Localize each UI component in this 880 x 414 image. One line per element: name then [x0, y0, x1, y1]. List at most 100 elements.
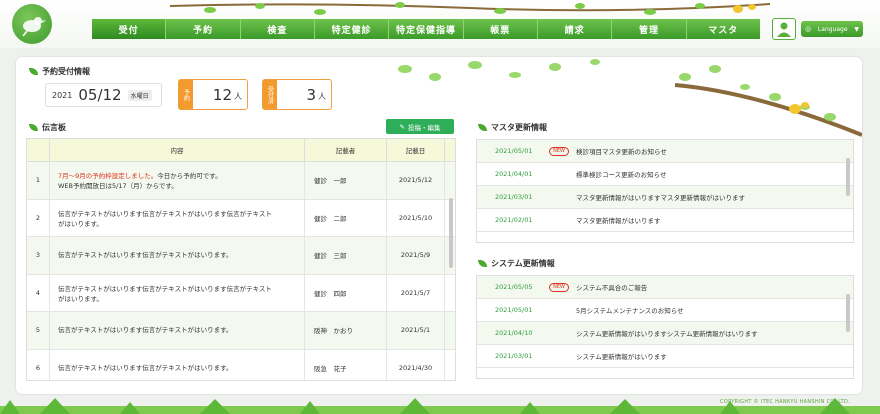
- row-date: 2021/4/30: [387, 349, 445, 380]
- accepted-count-box[interactable]: 受付済 3 人: [262, 79, 332, 110]
- item-text[interactable]: マスタ更新情報がはいりますマスタ更新情報がはいります: [569, 192, 745, 202]
- row-date: 2021/5/7: [387, 274, 445, 311]
- new-badge: NEW: [549, 282, 569, 292]
- nav-reservation[interactable]: 予約: [166, 19, 241, 39]
- new-badge: NEW: [549, 146, 569, 156]
- item-text[interactable]: 検診項目マスタ更新のお知らせ: [569, 146, 667, 156]
- item-text[interactable]: 5月システムメンテナンスのお知らせ: [569, 305, 684, 315]
- table-row[interactable]: 3 伝言がテキストがはいります伝言がテキストがはいります。 健診 三郎 2021…: [27, 237, 455, 275]
- row-date: 2021/5/9: [387, 237, 445, 274]
- bulletin-scrollbar[interactable]: [449, 198, 453, 268]
- row-author: 健診 二郎: [305, 199, 387, 236]
- master-title: マスタ更新情報: [478, 122, 547, 133]
- item-date: 2021/04/10: [495, 329, 533, 337]
- leaf-icon: [478, 124, 487, 131]
- reserved-count-box[interactable]: 予約 12 人: [178, 79, 248, 110]
- leaf-icon: [29, 68, 38, 75]
- globe-icon: ◎: [805, 25, 812, 33]
- item-date: 2021/05/01: [495, 306, 533, 314]
- header-no: [27, 139, 50, 161]
- accepted-unit: 人: [318, 92, 326, 101]
- list-item[interactable]: 2021/03/01 システム更新情報がはいります: [477, 345, 853, 368]
- table-row[interactable]: 6 伝言がテキストがはいります伝言がテキストがはいります。 阪急 花子 2021…: [27, 349, 455, 380]
- row-content: 伝言がテキストがはいります伝言がテキストがはいります伝言がテキスト がはいります…: [50, 199, 305, 236]
- header-date: 記載日: [387, 139, 445, 161]
- item-date: 2021/05/05: [495, 283, 533, 291]
- nav-billing[interactable]: 請求: [538, 19, 613, 39]
- list-item[interactable]: 2021/05/01 5月システムメンテナンスのお知らせ: [477, 299, 853, 322]
- post-edit-button[interactable]: ✎ 投稿・編集: [386, 119, 454, 134]
- row-author: 健診 四郎: [305, 274, 387, 311]
- reserved-tag: 予約: [179, 80, 193, 109]
- item-text[interactable]: マスタ更新情報がはいります: [569, 215, 661, 225]
- row-date: 2021/5/10: [387, 199, 445, 236]
- item-text[interactable]: システム更新情報がはいりますシステム更新情報がはいります: [569, 328, 758, 338]
- accepted-tag: 受付済: [263, 80, 277, 109]
- language-label: Language: [817, 25, 848, 33]
- table-row[interactable]: 5 伝言がテキストがはいります伝言がテキストがはいります。 阪神 かおり 202…: [27, 312, 455, 350]
- row-no: 3: [27, 237, 50, 274]
- nav-admin[interactable]: 管理: [612, 19, 687, 39]
- nav-examination[interactable]: 検査: [241, 19, 315, 39]
- row-highlight: 7月～9月の予約枠設定しました。: [58, 172, 158, 180]
- table-row[interactable]: 1 7月～9月の予約枠設定しました。今日から予約可です。 WEB予約開放日は5/…: [27, 162, 455, 200]
- table-row[interactable]: 2 伝言がテキストがはいります伝言がテキストがはいります伝言がテキスト がはいり…: [27, 199, 455, 237]
- row-no: 5: [27, 312, 50, 349]
- reception-title-text: 予約受付情報: [42, 67, 90, 76]
- row-text-2: がはいります。: [58, 294, 103, 303]
- bulletin-header: 内容 記載者 記載日: [27, 139, 455, 162]
- row-content: 伝言がテキストがはいります伝言がテキストがはいります。: [50, 349, 305, 380]
- date-year: 2021: [52, 90, 73, 100]
- item-text[interactable]: 標準検診コース更新のお知らせ: [569, 169, 667, 179]
- reserved-unit: 人: [234, 92, 242, 101]
- item-date: 2021/03/01: [495, 193, 533, 201]
- row-date: 2021/5/12: [387, 162, 445, 199]
- reserved-count: 12: [212, 85, 232, 104]
- row-date: 2021/5/1: [387, 312, 445, 349]
- row-content: 7月～9月の予約枠設定しました。今日から予約可です。 WEB予約開放日は5/17…: [50, 162, 305, 199]
- row-text: 伝言がテキストがはいります伝言がテキストがはいります。: [58, 363, 233, 372]
- row-author: 阪急 花子: [305, 349, 387, 380]
- item-date: 2021/03/01: [495, 352, 533, 360]
- row-text: 伝言がテキストがはいります伝言がテキストがはいります。: [58, 326, 233, 335]
- item-date: 2021/04/01: [495, 170, 533, 178]
- list-item[interactable]: 2021/05/01 NEW 検診項目マスタ更新のお知らせ: [477, 140, 853, 163]
- language-select[interactable]: ◎ Language ▼: [801, 21, 863, 37]
- list-item[interactable]: 2021/04/01 標準検診コース更新のお知らせ: [477, 163, 853, 186]
- item-text[interactable]: システム更新情報がはいります: [569, 351, 667, 361]
- nav-reception[interactable]: 受付: [92, 19, 167, 39]
- row-author: 健診 三郎: [305, 237, 387, 274]
- date-display: 2021 05/12 水曜日: [45, 83, 162, 107]
- chevron-down-icon: ▼: [854, 25, 859, 33]
- row-no: 6: [27, 349, 50, 380]
- master-title-text: マスタ更新情報: [491, 123, 547, 132]
- row-content: 伝言がテキストがはいります伝言がテキストがはいります。: [50, 312, 305, 349]
- list-item[interactable]: 2021/03/01 マスタ更新情報がはいりますマスタ更新情報がはいります: [477, 186, 853, 209]
- bulletin-title: 伝言板: [29, 122, 66, 133]
- bulletin-table: 内容 記載者 記載日 1 7月～9月の予約枠設定しました。今日から予約可です。 …: [26, 138, 456, 381]
- list-item[interactable]: 2021/05/05 NEW システム不具合のご報告: [477, 276, 853, 299]
- reception-title: 予約受付情報: [29, 66, 90, 77]
- list-item[interactable]: 2021/02/01 マスタ更新情報がはいります: [477, 209, 853, 232]
- list-item[interactable]: 2021/04/10 システム更新情報がはいりますシステム更新情報がはいります: [477, 322, 853, 345]
- row-no: 1: [27, 162, 50, 199]
- item-text[interactable]: システム不具合のご報告: [569, 282, 647, 292]
- nav-master[interactable]: マスタ: [687, 19, 760, 39]
- nav-specific-checkup[interactable]: 特定健診: [315, 19, 390, 39]
- row-text: 伝言がテキストがはいります伝言がテキストがはいります伝言がテキスト: [58, 284, 272, 293]
- date-month-day: 05/12: [78, 86, 122, 104]
- row-text: 伝言がテキストがはいります伝言がテキストがはいります伝言がテキスト: [58, 209, 272, 218]
- system-scrollbar[interactable]: [846, 294, 850, 332]
- row-text-2: がはいります。: [58, 219, 103, 228]
- nav-health-guidance[interactable]: 特定保健指導: [389, 19, 464, 39]
- row-text: 今日から予約可です。: [157, 172, 222, 180]
- bird-logo-icon[interactable]: [12, 4, 52, 44]
- nav-forms[interactable]: 帳票: [464, 19, 538, 39]
- user-avatar-icon[interactable]: [772, 18, 796, 40]
- table-row[interactable]: 4 伝言がテキストがはいります伝言がテキストがはいります伝言がテキスト がはいり…: [27, 274, 455, 312]
- row-text-2: WEB予約開放日は5/17（月）からです。: [58, 182, 178, 191]
- master-list: 2021/05/01 NEW 検診項目マスタ更新のお知らせ 2021/04/01…: [476, 139, 854, 243]
- leaf-icon: [478, 260, 487, 267]
- master-scrollbar[interactable]: [846, 158, 850, 196]
- tree-branch-decoration: [170, 2, 770, 15]
